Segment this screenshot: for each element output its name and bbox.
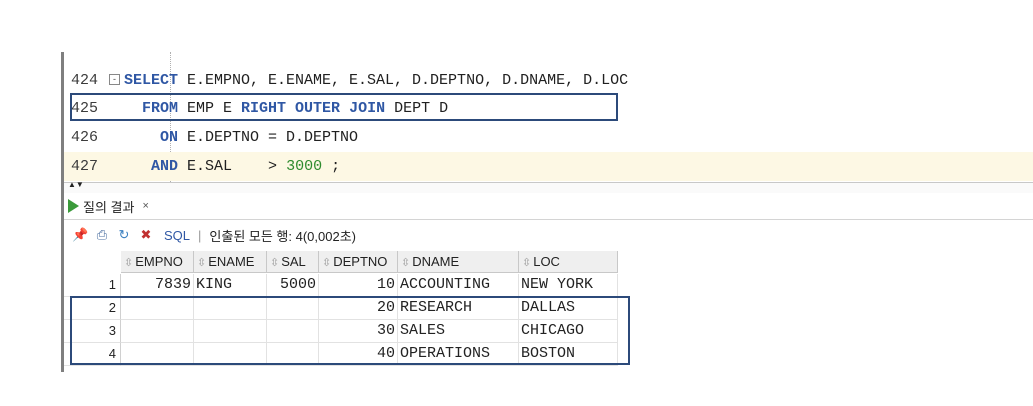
fetch-status: 인출된 모든 행: 4(0,002초) (209, 228, 356, 244)
column-header-label: EMPNO (135, 254, 183, 269)
highlight-box-null-rows (70, 296, 630, 365)
clear-icon[interactable]: ✖ (138, 227, 154, 243)
sql-text: E.DEPTNO = D.DEPTNO (178, 129, 359, 146)
column-header-loc[interactable]: ⇳ LOC (519, 251, 618, 273)
column-header-label: ENAME (208, 254, 255, 269)
tab-divider (64, 219, 1033, 220)
column-header-empno[interactable]: ⇳ EMPNO (121, 251, 194, 273)
sort-icon[interactable]: ⇳ (124, 257, 133, 269)
line-number: 427 (71, 158, 99, 175)
tab-label: 질의 결과 (83, 199, 135, 215)
code-line[interactable]: 427 AND E.SAL > 3000 ; (64, 152, 1033, 181)
sql-text: E.SAL > (178, 158, 287, 175)
sql-button[interactable]: SQL (164, 228, 190, 243)
cell-loc[interactable]: NEW YORK (519, 274, 618, 297)
code-text: SELECT E.EMPNO, E.ENAME, E.SAL, D.DEPTNO… (124, 66, 628, 95)
fold-toggle-icon[interactable]: - (109, 74, 120, 85)
line-number: 424 (71, 72, 99, 89)
result-toolbar: 📌 ⎙ ↻ ✖ SQL | 인출된 모든 행: 4(0,002초) (72, 224, 356, 246)
toolbar-separator: | (198, 227, 202, 243)
cell-dname[interactable]: ACCOUNTING (398, 274, 519, 297)
line-number: 426 (71, 129, 99, 146)
sql-text: ; (322, 158, 341, 175)
sql-keyword: ON (160, 129, 179, 146)
pin-icon[interactable]: 📌 (72, 227, 88, 243)
refresh-icon[interactable]: ↻ (116, 227, 132, 243)
print-icon[interactable]: ⎙ (94, 227, 110, 243)
sql-keyword: AND (151, 158, 179, 175)
sort-icon[interactable]: ⇳ (401, 257, 410, 269)
sort-icon[interactable]: ⇳ (197, 257, 206, 269)
pane-splitter[interactable]: ▲▼ (64, 180, 1033, 193)
code-text: AND E.SAL > 3000 ; (124, 152, 340, 181)
cell-empno[interactable]: 7839 (121, 274, 194, 297)
column-header-label: DNAME (412, 254, 460, 269)
highlight-box-join-line (70, 93, 618, 121)
cell-sal[interactable]: 5000 (267, 274, 319, 297)
column-header-ename[interactable]: ⇳ ENAME (194, 251, 267, 273)
table-row[interactable]: 1 7839 KING 5000 10 ACCOUNTING NEW YORK (64, 274, 619, 297)
cell-deptno[interactable]: 10 (319, 274, 398, 297)
code-text: ON E.DEPTNO = D.DEPTNO (124, 123, 358, 152)
code-line[interactable]: 426 ON E.DEPTNO = D.DEPTNO (64, 123, 1033, 152)
sort-icon[interactable]: ⇳ (270, 257, 279, 269)
column-header-label: SAL (281, 254, 306, 269)
splitter-arrows-icon[interactable]: ▲▼ (68, 180, 84, 189)
close-icon[interactable]: × (142, 200, 148, 212)
sql-text: E.EMPNO, E.ENAME, E.SAL, D.DEPTNO, D.DNA… (178, 72, 629, 89)
column-header-deptno[interactable]: ⇳ DEPTNO (319, 251, 398, 273)
tab-query-result[interactable]: 질의 결과 × (68, 194, 149, 218)
column-header-label: LOC (533, 254, 560, 269)
sql-number: 3000 (286, 158, 323, 175)
run-icon (68, 199, 79, 213)
code-line[interactable]: 424- SELECT E.EMPNO, E.ENAME, E.SAL, D.DE… (64, 66, 1033, 95)
column-header-sal[interactable]: ⇳ SAL (267, 251, 319, 273)
cell-ename[interactable]: KING (194, 274, 267, 297)
sort-icon[interactable]: ⇳ (522, 257, 531, 269)
column-header-dname[interactable]: ⇳ DNAME (398, 251, 519, 273)
row-number[interactable]: 1 (64, 274, 121, 297)
sql-keyword: SELECT (124, 72, 179, 89)
sort-icon[interactable]: ⇳ (322, 257, 331, 269)
column-header-label: DEPTNO (333, 254, 388, 269)
